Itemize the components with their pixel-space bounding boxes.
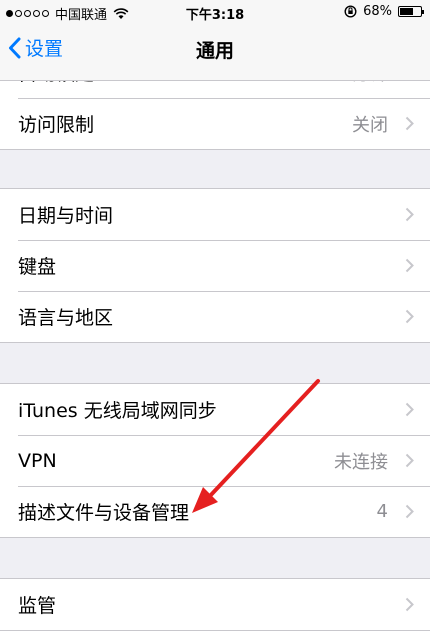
chevron-right-icon [405, 453, 414, 468]
top-bar: 中国联通 下午3:18 68% 设置 通用 [0, 0, 430, 81]
row-label: 监管 [18, 595, 57, 617]
chevron-right-icon [405, 116, 414, 131]
chevron-right-icon [405, 207, 414, 222]
row-label: VPN [18, 449, 57, 472]
row-language-region[interactable]: 语言与地区 [0, 291, 430, 342]
row-date-time[interactable]: 日期与时间 [0, 189, 430, 240]
navigation-bar: 设置 通用 [0, 24, 430, 80]
row-label: 语言与地区 [18, 307, 114, 329]
chevron-right-icon [405, 504, 414, 519]
battery-icon [398, 6, 424, 17]
row-label: 日期与时间 [18, 205, 114, 227]
row-keyboard[interactable]: 键盘 [0, 240, 430, 291]
row-label: 键盘 [18, 256, 57, 278]
settings-group-supervision: 监管 [0, 578, 430, 631]
row-detail: 4 [376, 501, 388, 522]
row-detail: 未连接 [334, 451, 388, 473]
chevron-right-icon [405, 309, 414, 324]
page-title: 通用 [195, 40, 234, 62]
row-itunes-wifi-sync[interactable]: iTunes 无线局域网同步 [0, 384, 430, 435]
orientation-lock-icon [344, 5, 357, 18]
chevron-right-icon [405, 597, 414, 612]
row-label: iTunes 无线局域网同步 [18, 400, 217, 422]
settings-group-sync: iTunes 无线局域网同步 VPN 未连接 描述文件与设备管理 4 [0, 383, 430, 538]
battery-percent: 68% [363, 4, 392, 19]
row-restrictions[interactable]: 访问限制 关闭 [0, 98, 430, 149]
status-bar: 中国联通 下午3:18 68% [0, 0, 430, 24]
row-supervision[interactable]: 监管 [0, 579, 430, 630]
row-vpn[interactable]: VPN 未连接 [0, 435, 430, 486]
row-detail: 关闭 [352, 114, 388, 136]
battery-fill [400, 8, 413, 15]
row-profiles-device-management[interactable]: 描述文件与设备管理 4 [0, 486, 430, 537]
row-label: 访问限制 [18, 114, 95, 136]
settings-group-datetime: 日期与时间 键盘 语言与地区 [0, 188, 430, 343]
row-label: 描述文件与设备管理 [18, 502, 190, 524]
chevron-right-icon [405, 402, 414, 417]
chevron-right-icon [405, 258, 414, 273]
status-right: 68% [344, 4, 424, 19]
